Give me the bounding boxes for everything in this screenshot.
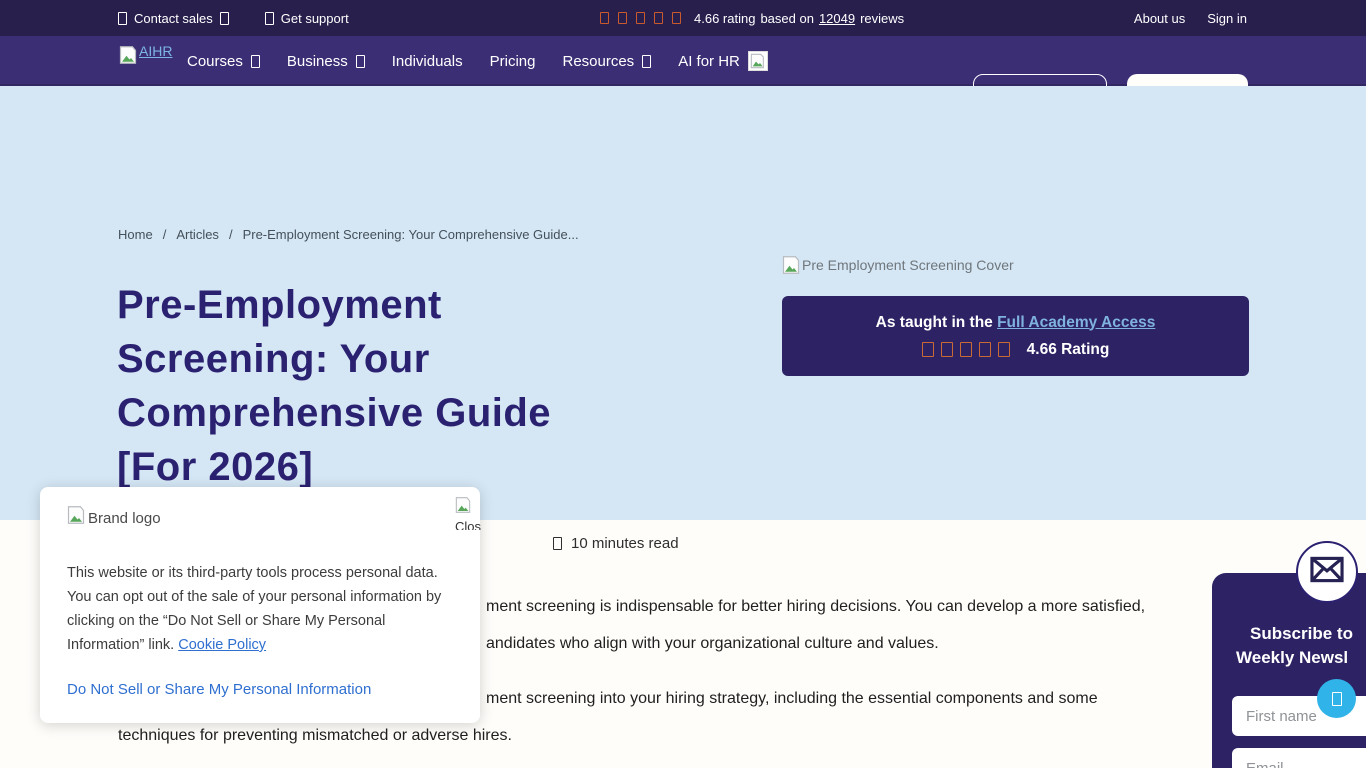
contact-sales-button[interactable]: Contact sales (118, 11, 229, 26)
email-input[interactable] (1232, 748, 1366, 768)
star-icon (636, 12, 645, 24)
chevron-down-icon (251, 55, 260, 68)
breadcrumb-articles-link[interactable]: Articles (176, 227, 219, 242)
nav-item-pricing[interactable]: Pricing (490, 53, 536, 70)
breadcrumb-separator: / (163, 227, 167, 242)
page: Contact sales Get support 4.66 rating ba… (0, 0, 1366, 768)
star-icon (960, 342, 972, 357)
broken-image-icon (455, 496, 471, 514)
rating-value: 4.66 rating (694, 11, 755, 26)
cover-alt-text: Pre Employment Screening Cover (802, 257, 1014, 273)
broken-image-icon (119, 45, 137, 65)
reviews-label: reviews (860, 11, 904, 26)
broken-image-icon (748, 51, 768, 71)
nav-item-resources[interactable]: Resources (562, 53, 651, 70)
get-support-button[interactable]: Get support (265, 11, 349, 26)
nav-item-label: Resources (562, 53, 634, 70)
rating-summary: 4.66 rating based on 12049 reviews (600, 0, 904, 36)
main-navigation: AIHR Courses Business Individuals Pricin… (0, 36, 1366, 86)
aihr-logo-link[interactable]: AIHR (119, 45, 172, 65)
newsletter-envelope-badge (1296, 541, 1358, 603)
title-line: Screening: Your (117, 332, 677, 386)
read-time-label: 10 minutes read (571, 535, 679, 552)
cookie-consent-popup: Brand logo Close This website or its thi… (40, 487, 480, 723)
breadcrumb: Home / Articles / Pre-Employment Screeni… (118, 227, 579, 242)
sign-in-link[interactable]: Sign in (1207, 11, 1247, 26)
page-title: Pre-Employment Screening: Your Comprehen… (117, 278, 677, 494)
nav-item-ai-for-hr[interactable]: AI for HR (678, 51, 768, 71)
contact-sales-label: Contact sales (134, 11, 213, 26)
full-academy-access-link[interactable]: Full Academy Access (997, 314, 1155, 331)
broken-image-icon (67, 505, 85, 525)
breadcrumb-current: Pre-Employment Screening: Your Comprehen… (243, 227, 579, 242)
nav-item-label: Individuals (392, 53, 463, 70)
close-alt-text: Close (455, 519, 481, 530)
chevron-down-icon (356, 55, 365, 68)
newsletter-title-line2: Weekly Newsl (1236, 648, 1348, 668)
nav-item-courses[interactable]: Courses (187, 53, 260, 70)
star-icon (672, 12, 681, 24)
read-time: 10 minutes read (553, 535, 679, 552)
chat-widget-button[interactable] (1317, 679, 1356, 718)
article-paragraph-line: ment screening is indispensable for bett… (486, 598, 1145, 616)
article-paragraph-line: ment screening into your hiring strategy… (486, 690, 1098, 708)
cookie-policy-link[interactable]: Cookie Policy (178, 637, 266, 653)
chat-icon (1332, 692, 1342, 706)
academy-access-card: As taught in the Full Academy Access 4.6… (782, 296, 1249, 376)
star-icon (979, 342, 991, 357)
envelope-icon (1310, 556, 1344, 588)
get-support-label: Get support (281, 11, 349, 26)
academy-rating: 4.66 Rating (1027, 341, 1110, 359)
logo-alt-text: AIHR (139, 43, 172, 59)
star-icon (654, 12, 663, 24)
star-icon (941, 342, 953, 357)
article-paragraph-line: techniques for preventing mismatched or … (118, 727, 512, 745)
nav-item-business[interactable]: Business (287, 53, 365, 70)
top-utility-bar: Contact sales Get support 4.66 rating ba… (0, 0, 1366, 36)
nav-item-label: AI for HR (678, 53, 740, 70)
reviews-count-link[interactable]: 12049 (819, 11, 855, 26)
breadcrumb-separator: / (229, 227, 233, 242)
star-icon (998, 342, 1010, 357)
cover-image-broken: Pre Employment Screening Cover (782, 255, 1014, 279)
star-icon (600, 12, 609, 24)
star-icon (618, 12, 627, 24)
nav-item-label: Courses (187, 53, 243, 70)
about-us-link[interactable]: About us (1134, 11, 1185, 26)
cookie-close-button[interactable]: Close (455, 496, 481, 530)
nav-item-label: Business (287, 53, 348, 70)
hero-section: Home / Articles / Pre-Employment Screeni… (0, 86, 1366, 520)
cookie-brand-logo-broken: Brand logo (67, 505, 161, 527)
brand-logo-alt-text: Brand logo (88, 510, 161, 527)
newsletter-title-line1: Subscribe to (1250, 624, 1353, 644)
star-icon (922, 342, 934, 357)
rating-based-on: based on (760, 11, 814, 26)
title-line: Pre-Employment (117, 278, 677, 332)
cookie-body-text: This website or its third-party tools pr… (67, 561, 462, 657)
do-not-sell-link[interactable]: Do Not Sell or Share My Personal Informa… (67, 681, 371, 698)
newsletter-signup-card (1212, 573, 1366, 768)
nav-item-individuals[interactable]: Individuals (392, 53, 463, 70)
chevron-down-icon (220, 12, 229, 25)
nav-item-label: Pricing (490, 53, 536, 70)
breadcrumb-home-link[interactable]: Home (118, 227, 153, 242)
title-line: [For 2026] (117, 440, 677, 494)
support-icon (265, 12, 274, 25)
phone-icon (118, 12, 127, 25)
clock-icon (553, 537, 562, 550)
broken-image-icon (782, 255, 800, 275)
article-paragraph-line: andidates who align with your organizati… (486, 635, 939, 653)
title-line: Comprehensive Guide (117, 386, 677, 440)
chevron-down-icon (642, 55, 651, 68)
academy-prefix: As taught in the (876, 314, 993, 331)
